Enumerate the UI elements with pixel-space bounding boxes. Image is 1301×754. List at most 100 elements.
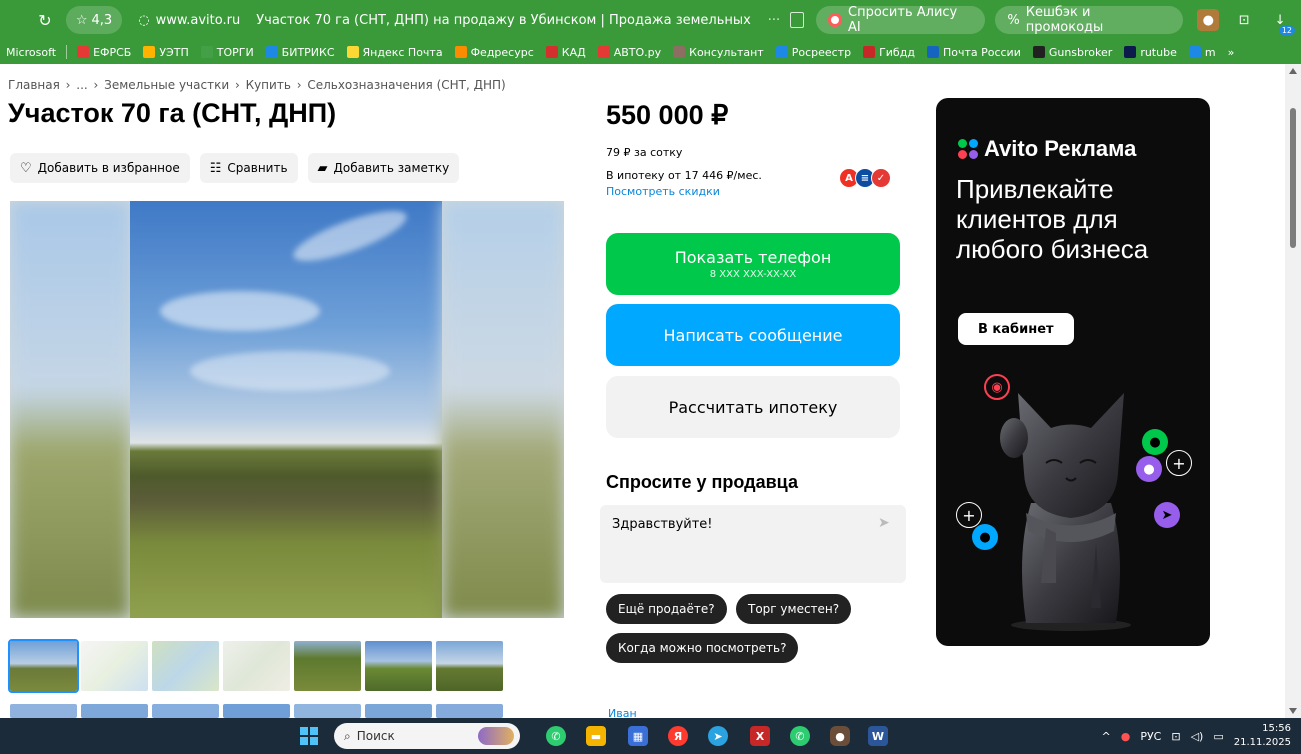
phone-mask: 8 XXX XXX-XX-XX bbox=[709, 269, 797, 280]
ad-cabinet-button[interactable]: В кабинет bbox=[958, 313, 1074, 345]
page-title: Участок 70 га (СНТ, ДНП) bbox=[8, 98, 337, 128]
bookmark-favicon-icon bbox=[1124, 46, 1137, 58]
file-explorer-icon[interactable]: ▬ bbox=[586, 726, 606, 746]
bookmark-item[interactable]: rutube bbox=[1118, 46, 1183, 59]
thumbnail[interactable] bbox=[152, 641, 219, 691]
bank-logos[interactable]: А ≡ ✓ bbox=[839, 168, 891, 188]
scroll-thumb[interactable] bbox=[1290, 108, 1296, 248]
breadcrumb-home[interactable]: Главная bbox=[8, 78, 60, 92]
compare-icon: ☷ bbox=[209, 160, 222, 176]
add-favorite-button[interactable]: ♡ Добавить в избранное bbox=[10, 153, 190, 183]
bookmark-item[interactable]: АВТО.ру bbox=[592, 46, 667, 59]
bookmark-item[interactable]: БИТРИКС bbox=[260, 46, 341, 59]
language-indicator[interactable]: РУС bbox=[1140, 730, 1161, 743]
bookmark-item[interactable]: ТОРГИ bbox=[195, 46, 260, 59]
taskbar-search-label: Поиск bbox=[356, 729, 395, 743]
calculator-icon[interactable]: ▦ bbox=[628, 726, 648, 746]
scroll-down-icon[interactable] bbox=[1289, 708, 1297, 714]
bookmark-favicon-icon bbox=[775, 46, 788, 58]
breadcrumb-land[interactable]: Земельные участки bbox=[104, 78, 229, 92]
chevron-up-icon[interactable]: ^ bbox=[1101, 730, 1110, 743]
ask-seller-text: Здравствуйте! bbox=[612, 517, 713, 532]
bookmark-item[interactable]: ЕФРСБ bbox=[71, 46, 137, 59]
bookmark-item[interactable]: Росреестр bbox=[770, 46, 857, 59]
whatsapp-icon[interactable]: ✆ bbox=[790, 726, 810, 746]
send-icon[interactable]: ➤ bbox=[878, 515, 890, 531]
taskbar-search[interactable]: ⌕ Поиск bbox=[334, 723, 520, 749]
bookmark-item[interactable]: Яндекс Почта bbox=[341, 46, 449, 59]
bookmark-item[interactable]: Gunsbroker bbox=[1027, 46, 1118, 59]
thumbnail[interactable] bbox=[223, 641, 290, 691]
bookmark-item[interactable]: m bbox=[1183, 46, 1222, 59]
battery-icon[interactable]: ▭ bbox=[1213, 730, 1223, 743]
word-icon[interactable]: W bbox=[868, 726, 888, 746]
breadcrumb-buy[interactable]: Купить bbox=[246, 78, 291, 92]
page-scrollbar[interactable] bbox=[1285, 64, 1301, 718]
thumbnail[interactable] bbox=[365, 641, 432, 691]
telegram-icon[interactable]: ➤ bbox=[708, 726, 728, 746]
bookmark-label: Gunsbroker bbox=[1048, 45, 1113, 59]
extension-icon[interactable]: ● bbox=[1197, 9, 1220, 31]
pdf-app-icon[interactable]: X bbox=[750, 726, 770, 746]
thumbnail[interactable] bbox=[152, 704, 219, 718]
bookmark-label: m bbox=[1204, 45, 1216, 59]
bookmarks-overflow-icon[interactable]: » bbox=[1222, 46, 1241, 59]
bookmark-item[interactable]: Консультант bbox=[667, 46, 770, 59]
yandex-browser-icon[interactable]: Я bbox=[668, 726, 688, 746]
thumbnail[interactable] bbox=[365, 704, 432, 718]
breadcrumb-ellipsis[interactable]: ... bbox=[76, 78, 87, 92]
quick-question-chip[interactable]: Торг уместен? bbox=[736, 594, 852, 624]
main-photo[interactable] bbox=[10, 201, 564, 618]
compare-button[interactable]: ☷ Сравнить bbox=[199, 153, 298, 183]
app-icon[interactable]: ● bbox=[830, 726, 850, 746]
add-note-button[interactable]: ▰ Добавить заметку bbox=[307, 153, 460, 183]
collections-icon[interactable]: ⊡ bbox=[1233, 9, 1255, 31]
quick-question-chip[interactable]: Когда можно посмотреть? bbox=[606, 633, 799, 663]
lucky-cat-illustration bbox=[1000, 393, 1131, 631]
reload-icon[interactable]: ↻ bbox=[32, 11, 58, 30]
thumbnail[interactable] bbox=[223, 704, 290, 718]
more-icon[interactable]: ··· bbox=[768, 13, 780, 28]
ad-logo: Avito Реклама bbox=[958, 136, 1136, 162]
thumbnail[interactable] bbox=[81, 704, 148, 718]
thumbnail[interactable] bbox=[294, 704, 361, 718]
cashback-button[interactable]: % Кешбэк и промокоды bbox=[995, 5, 1184, 35]
thumbnail[interactable] bbox=[294, 641, 361, 691]
show-phone-button[interactable]: Показать телефон 8 XXX XXX-XX-XX bbox=[606, 233, 900, 295]
volume-icon[interactable]: ◁) bbox=[1191, 730, 1204, 743]
clock[interactable]: 15:56 21.11.2025 bbox=[1234, 722, 1291, 750]
search-highlight-icon bbox=[478, 727, 514, 745]
thumbnail[interactable] bbox=[8, 639, 79, 693]
address-bar[interactable]: ◌ www.avito.ru bbox=[130, 6, 248, 34]
bookmark-item[interactable]: Почта России bbox=[921, 46, 1027, 59]
network-icon[interactable]: ⊡ bbox=[1171, 730, 1180, 743]
bookmark-icon[interactable] bbox=[790, 12, 805, 28]
site-rating[interactable]: ☆ 4,3 bbox=[65, 6, 123, 34]
breadcrumb-category[interactable]: Сельхозназначения (СНТ, ДНП) bbox=[307, 78, 505, 92]
mortgage-discounts-link[interactable]: Посмотреть скидки bbox=[606, 185, 720, 198]
scroll-up-icon[interactable] bbox=[1289, 68, 1297, 74]
ask-seller-input[interactable]: Здравствуйте! bbox=[600, 505, 906, 583]
windows-start-icon[interactable] bbox=[300, 727, 318, 745]
thumbnail[interactable] bbox=[436, 704, 503, 718]
bookmark-item[interactable]: Microsoft bbox=[0, 46, 62, 59]
breadcrumb: Главная › ... › Земельные участки › Купи… bbox=[8, 78, 506, 92]
tray-app-icon[interactable]: ● bbox=[1121, 730, 1131, 743]
browser-toolbar: ↻ ☆ 4,3 ◌ www.avito.ru Участок 70 га (СН… bbox=[0, 0, 1301, 40]
bookmark-label: Яндекс Почта bbox=[362, 45, 443, 59]
thumbnail[interactable] bbox=[10, 704, 77, 718]
write-message-button[interactable]: Написать сообщение bbox=[606, 304, 900, 366]
calc-mortgage-button[interactable]: Рассчитать ипотеку bbox=[606, 376, 900, 438]
thumbnail[interactable] bbox=[81, 641, 148, 691]
seller-name[interactable]: Иван bbox=[608, 707, 637, 718]
downloads-icon[interactable]: ↓ 12 bbox=[1269, 9, 1295, 35]
bookmark-item[interactable]: Гибдд bbox=[857, 46, 921, 59]
whatsapp-icon[interactable]: ✆ bbox=[546, 726, 566, 746]
bookmark-item[interactable]: КАД bbox=[540, 46, 592, 59]
thumbnail[interactable] bbox=[436, 641, 503, 691]
ask-alice-button[interactable]: Спросить Алису AI bbox=[816, 5, 986, 35]
bookmark-item[interactable]: УЭТП bbox=[137, 46, 194, 59]
ad-banner[interactable]: Avito Реклама Привлекайте клиентов для л… bbox=[936, 98, 1210, 646]
bookmark-item[interactable]: Федресурс bbox=[449, 46, 540, 59]
quick-question-chip[interactable]: Ещё продаёте? bbox=[606, 594, 727, 624]
